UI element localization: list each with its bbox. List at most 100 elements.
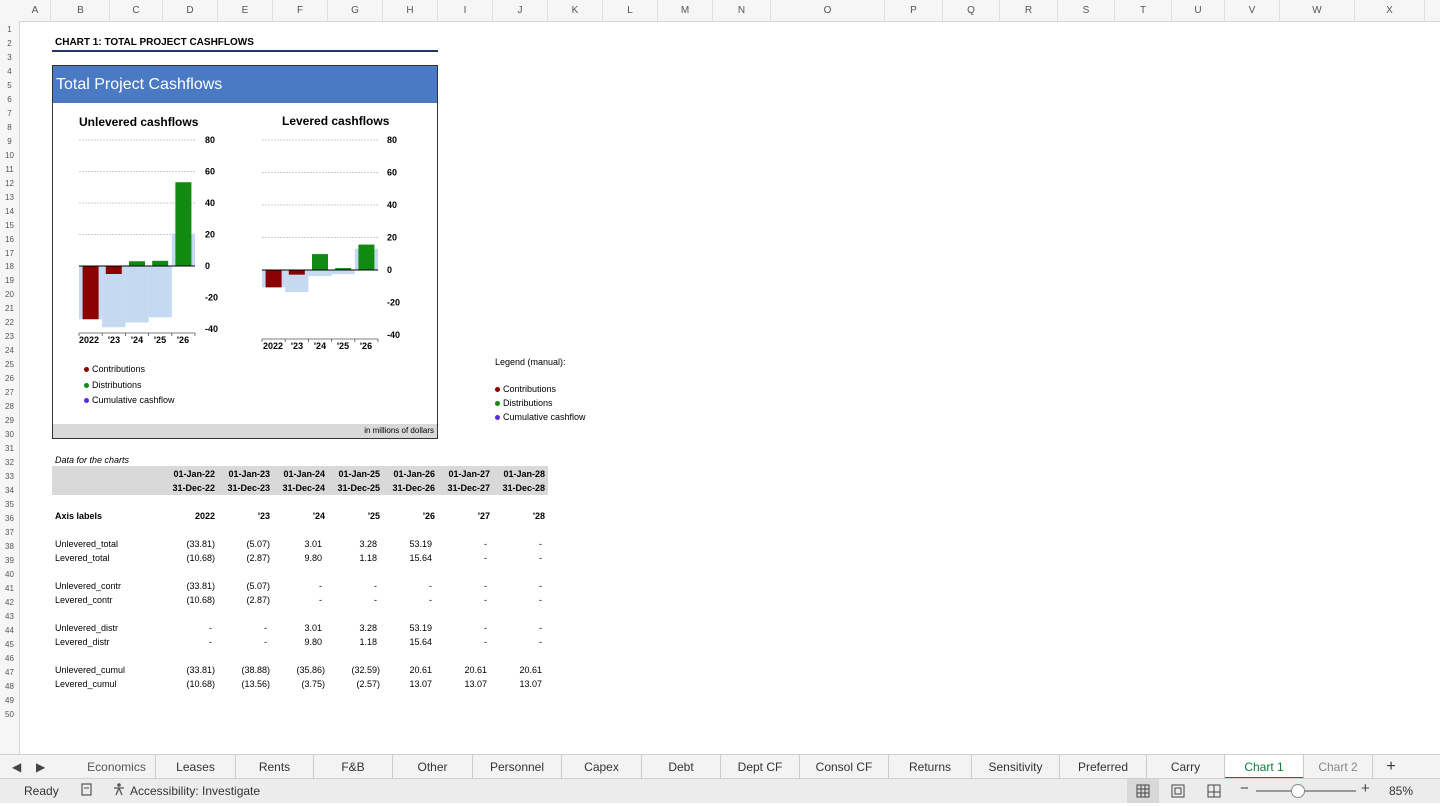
zoom-in-icon[interactable]: + — [1361, 780, 1370, 797]
table-value-cell[interactable]: (13.56) — [241, 679, 270, 689]
row-header-44[interactable]: 44 — [0, 626, 19, 635]
table-value-cell[interactable]: - — [374, 595, 377, 605]
row-header-38[interactable]: 38 — [0, 542, 19, 551]
tab-f-b[interactable]: F&B — [314, 755, 393, 779]
axis-label-cell[interactable]: '27 — [478, 511, 490, 521]
tab-consol-cf[interactable]: Consol CF — [800, 755, 889, 779]
table-value-cell[interactable]: - — [484, 623, 487, 633]
row-header-41[interactable]: 41 — [0, 584, 19, 593]
table-value-cell[interactable]: - — [319, 581, 322, 591]
table-value-cell[interactable]: - — [539, 539, 542, 549]
row-header-28[interactable]: 28 — [0, 402, 19, 411]
macro-record-icon[interactable] — [80, 782, 94, 796]
table-value-cell[interactable]: - — [484, 581, 487, 591]
row-header-26[interactable]: 26 — [0, 374, 19, 383]
column-header-r[interactable]: R — [1000, 0, 1058, 21]
row-header-10[interactable]: 10 — [0, 151, 19, 160]
start-date-cell[interactable]: 01-Jan-23 — [228, 469, 270, 479]
zoom-level[interactable]: 85% — [1389, 784, 1413, 798]
row-header-35[interactable]: 35 — [0, 500, 19, 509]
row-header-36[interactable]: 36 — [0, 514, 19, 523]
table-row-label[interactable]: Levered_contr — [55, 595, 113, 605]
table-value-cell[interactable]: (32.59) — [351, 665, 380, 675]
table-value-cell[interactable]: (10.68) — [186, 553, 215, 563]
table-value-cell[interactable]: 15.64 — [409, 553, 432, 563]
table-value-cell[interactable]: (33.81) — [186, 581, 215, 591]
row-header-29[interactable]: 29 — [0, 416, 19, 425]
column-header-k[interactable]: K — [548, 0, 603, 21]
end-date-cell[interactable]: 31-Dec-22 — [172, 483, 215, 493]
tab-other[interactable]: Other — [393, 755, 473, 779]
axis-labels-title[interactable]: Axis labels — [55, 511, 102, 521]
axis-label-cell[interactable]: '23 — [258, 511, 270, 521]
row-header-13[interactable]: 13 — [0, 193, 19, 202]
table-value-cell[interactable]: 9.80 — [304, 637, 322, 647]
row-header-12[interactable]: 12 — [0, 179, 19, 188]
tab-returns[interactable]: Returns — [889, 755, 972, 779]
column-header-g[interactable]: G — [328, 0, 383, 21]
normal-view-icon[interactable] — [1127, 779, 1159, 803]
row-header-20[interactable]: 20 — [0, 290, 19, 299]
axis-label-cell[interactable]: 2022 — [195, 511, 215, 521]
table-row-label[interactable]: Unlevered_contr — [55, 581, 121, 591]
table-row-label[interactable]: Levered_distr — [55, 637, 110, 647]
row-header-8[interactable]: 8 — [0, 123, 19, 132]
end-date-cell[interactable]: 31-Dec-28 — [502, 483, 545, 493]
row-header-3[interactable]: 3 — [0, 53, 19, 62]
row-header-32[interactable]: 32 — [0, 458, 19, 467]
accessibility-icon[interactable] — [112, 782, 126, 796]
row-header-39[interactable]: 39 — [0, 556, 19, 565]
table-value-cell[interactable]: 53.19 — [409, 539, 432, 549]
zoom-slider-thumb[interactable] — [1290, 784, 1305, 798]
table-value-cell[interactable]: 1.18 — [359, 637, 377, 647]
row-header-4[interactable]: 4 — [0, 67, 19, 76]
row-header-5[interactable]: 5 — [0, 81, 19, 90]
accessibility-status[interactable]: Accessibility: Investigate — [130, 784, 260, 798]
column-header-l[interactable]: L — [603, 0, 658, 21]
table-value-cell[interactable]: 3.28 — [359, 623, 377, 633]
table-value-cell[interactable]: (3.75) — [301, 679, 325, 689]
end-date-cell[interactable]: 31-Dec-26 — [392, 483, 435, 493]
axis-label-cell[interactable]: '25 — [368, 511, 380, 521]
row-header-47[interactable]: 47 — [0, 668, 19, 677]
tab-capex[interactable]: Capex — [562, 755, 642, 779]
column-header-h[interactable]: H — [383, 0, 438, 21]
table-value-cell[interactable]: (33.81) — [186, 539, 215, 549]
table-value-cell[interactable]: (5.07) — [246, 581, 270, 591]
table-value-cell[interactable]: - — [539, 623, 542, 633]
table-value-cell[interactable]: 20.61 — [464, 665, 487, 675]
column-header-u[interactable]: U — [1172, 0, 1225, 21]
table-row-label[interactable]: Unlevered_total — [55, 539, 118, 549]
start-date-cell[interactable]: 01-Jan-22 — [173, 469, 215, 479]
tab-preferred[interactable]: Preferred — [1060, 755, 1147, 779]
row-header-33[interactable]: 33 — [0, 472, 19, 481]
table-value-cell[interactable]: 3.01 — [304, 623, 322, 633]
end-date-cell[interactable]: 31-Dec-24 — [282, 483, 325, 493]
tab-rents[interactable]: Rents — [236, 755, 314, 779]
tab-sensitivity[interactable]: Sensitivity — [972, 755, 1060, 779]
table-value-cell[interactable]: - — [539, 581, 542, 591]
table-value-cell[interactable]: - — [429, 581, 432, 591]
row-header-18[interactable]: 18 — [0, 262, 19, 271]
column-header-p[interactable]: P — [885, 0, 943, 21]
table-value-cell[interactable]: 20.61 — [409, 665, 432, 675]
table-value-cell[interactable]: - — [319, 595, 322, 605]
table-value-cell[interactable]: (35.86) — [296, 665, 325, 675]
row-header-9[interactable]: 9 — [0, 137, 19, 146]
zoom-out-icon[interactable]: − — [1240, 780, 1249, 797]
table-row-label[interactable]: Unlevered_cumul — [55, 665, 125, 675]
column-header-s[interactable]: S — [1058, 0, 1115, 21]
row-header-19[interactable]: 19 — [0, 276, 19, 285]
start-date-cell[interactable]: 01-Jan-26 — [393, 469, 435, 479]
row-header-37[interactable]: 37 — [0, 528, 19, 537]
column-header-f[interactable]: F — [273, 0, 328, 21]
column-header-j[interactable]: J — [493, 0, 548, 21]
end-date-cell[interactable]: 31-Dec-23 — [227, 483, 270, 493]
table-value-cell[interactable]: - — [264, 623, 267, 633]
table-value-cell[interactable]: (38.88) — [241, 665, 270, 675]
column-header-c[interactable]: C — [110, 0, 163, 21]
table-value-cell[interactable]: 13.07 — [464, 679, 487, 689]
row-header-42[interactable]: 42 — [0, 598, 19, 607]
table-value-cell[interactable]: 9.80 — [304, 553, 322, 563]
table-value-cell[interactable]: - — [209, 623, 212, 633]
